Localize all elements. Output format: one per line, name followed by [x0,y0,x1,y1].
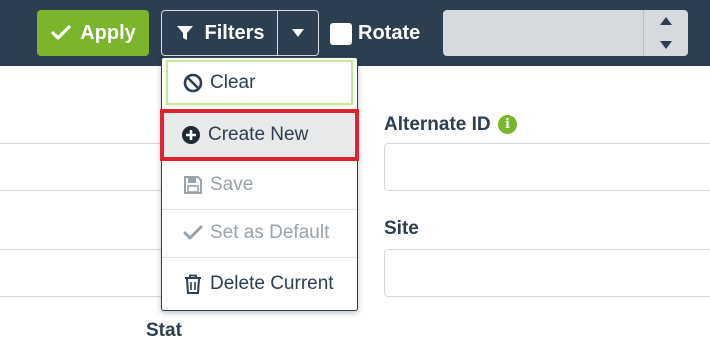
menu-item-label: Create New [208,124,309,145]
menu-item-label: Clear [210,71,256,93]
partial-field-label: Stat [146,320,182,341]
filters-dropdown-toggle[interactable] [278,11,318,55]
info-icon[interactable]: i [497,115,517,135]
menu-item-create-new[interactable]: Create New [160,109,359,161]
filters-menu: Clear Create New Save Set as Default Del… [160,57,359,311]
filters-button[interactable]: Filters [162,11,278,55]
rotate-label: Rotate [358,22,421,44]
check-icon [50,25,72,41]
menu-item-label: Delete Current [210,272,334,294]
floppy-disk-icon [182,175,204,195]
ban-icon [182,73,204,93]
menu-item-set-default[interactable]: Set as Default [162,209,357,258]
trash-icon [182,274,204,294]
rotate-toggle[interactable]: Rotate [330,22,420,45]
alternate-id-input[interactable] [384,143,710,191]
apply-label: Apply [80,21,136,44]
menu-item-label: Set as Default [210,222,330,243]
menu-item-clear[interactable]: Clear [166,60,353,105]
toolbar-select[interactable] [443,10,688,56]
alternate-id-label: Alternate ID i [384,114,517,136]
plus-circle-icon [180,125,202,145]
caret-up-icon [660,12,672,30]
filter-icon [174,24,196,42]
filters-button-group: Filters [161,10,319,56]
menu-item-save[interactable]: Save [162,161,357,210]
menu-item-label: Save [210,174,254,195]
site-label: Site [384,218,419,239]
apply-button[interactable]: Apply [37,10,149,56]
rotate-checkbox[interactable] [330,22,352,45]
left-field-2[interactable] [0,249,170,297]
caret-down-icon [660,36,672,54]
left-field-1[interactable] [0,143,170,191]
caret-down-icon [287,29,309,37]
check-icon [182,225,204,241]
filters-label: Filters [204,21,265,44]
select-spinner[interactable] [643,10,688,56]
menu-item-delete-current[interactable]: Delete Current [162,259,357,308]
site-input[interactable] [384,249,710,297]
